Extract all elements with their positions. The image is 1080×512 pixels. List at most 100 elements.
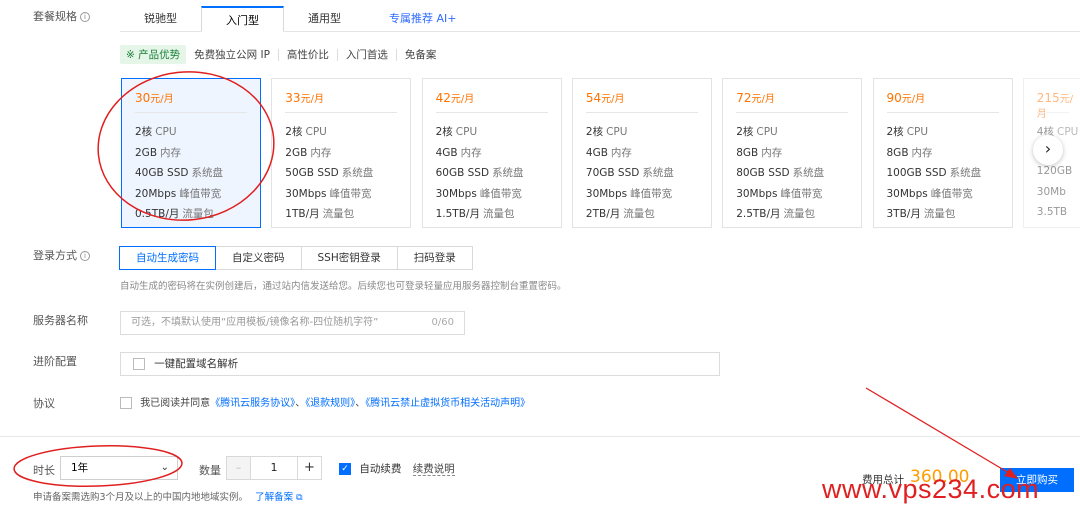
login-qr-code[interactable]: 扫码登录: [396, 246, 473, 270]
agreement-prefix: 我已阅读并同意: [140, 398, 211, 409]
watermark: www.vps234.com: [822, 474, 1040, 504]
plan-card[interactable]: 54元/月 2核 CPU 4GB 内存 70GB SSD 系统盘 30Mbps 峰值带宽 2TB/…: [571, 78, 712, 228]
plan-price-unit: 元/月: [901, 94, 926, 105]
plan-spec-value: 2GB: [285, 147, 308, 159]
tab-entry[interactable]: 入门型: [201, 6, 284, 32]
plan-spec-cpu: 2核 CPU: [887, 124, 929, 139]
login-auto-password[interactable]: 自动生成密码: [119, 246, 216, 270]
plan-price-value: 30: [135, 91, 151, 105]
tab-general[interactable]: 通用型: [284, 6, 365, 32]
plan-spec-value: 3TB/月: [886, 208, 921, 220]
plan-spec-unit: 系统盘: [642, 167, 674, 179]
annotation-arrow: [865, 387, 1015, 477]
card-divider: [1036, 112, 1069, 113]
plan-card[interactable]: 42元/月 2核 CPU 4GB 内存 60GB SSD 系统盘 30Mbps 峰值带宽 1.5T…: [421, 78, 562, 228]
plan-spec-value: 4GB: [585, 147, 608, 159]
agreement-checkbox[interactable]: [120, 397, 132, 409]
info-icon[interactable]: i: [80, 12, 90, 22]
plan-spec-value: 2.5TB/月: [736, 208, 781, 220]
bottom-divider: [0, 436, 1080, 437]
plan-spec-unit: 内存: [610, 147, 632, 159]
plan-spec-traffic: 3TB/月 流量包: [887, 206, 956, 221]
plan-spec-value: 3.5TB: [1036, 206, 1068, 218]
service-agreement-link[interactable]: 《腾讯云服务协议》: [210, 398, 295, 409]
plan-spec-unit: 系统盘: [949, 167, 982, 179]
plan-spec-unit: 峰值带宽: [930, 188, 973, 200]
plan-card[interactable]: 30元/月 2核 CPU 2GB 内存 40GB SSD 系统盘 20Mbps 峰值带宽 0.5T…: [121, 78, 261, 228]
quantity-stepper: – 1 +: [226, 456, 322, 480]
dns-checkbox[interactable]: [133, 358, 145, 370]
plan-price-unit: 元/月: [300, 94, 324, 105]
plan-tabs: 锐驰型 入门型 通用型 专属推荐 AI+: [120, 6, 1080, 32]
plan-spec-unit: 峰值带宽: [630, 188, 673, 200]
plan-spec-cpu: 2核 CPU: [285, 124, 327, 139]
tab-ruichi[interactable]: 锐驰型: [120, 6, 201, 32]
plan-spec-bw: 30Mbps 峰值带宽: [586, 186, 672, 201]
duration-label: 时长: [33, 464, 55, 477]
server-name-input[interactable]: 可选，不填默认使用“应用模板/镜像名称-四位随机字符” 0/60: [120, 311, 465, 335]
tab-ai-recommend[interactable]: 专属推荐 AI+: [365, 6, 480, 32]
plan-spec-unit: 峰值带宽: [479, 188, 522, 200]
card-divider: [435, 112, 548, 113]
advanced-config-box: 一键配置域名解析: [120, 352, 720, 376]
login-ssh-key[interactable]: SSH密钥登录: [300, 246, 398, 270]
refund-rules-link[interactable]: 《退款规则》: [305, 398, 355, 409]
plan-spec-bw: 20Mbps 峰值带宽: [135, 186, 221, 201]
auto-renew-checkbox[interactable]: ✓: [339, 463, 351, 475]
plan-spec-bw: 30Mb: [1037, 186, 1069, 198]
quantity-increase-button[interactable]: +: [297, 457, 321, 479]
login-custom-password[interactable]: 自定义密码: [215, 246, 302, 270]
agreement-label: 协议: [33, 397, 55, 410]
plan-spec-value: 30Mbps: [585, 188, 628, 200]
fee-description-link[interactable]: 续费说明: [412, 463, 455, 476]
plan-spec-disk: 60GB SSD 系统盘: [436, 165, 524, 180]
auto-renew-row: ✓ 自动续费 续费说明: [339, 461, 455, 476]
plan-card[interactable]: 33元/月 2核 CPU 2GB 内存 50GB SSD 系统盘 30Mbps 峰值带宽 1TB/…: [271, 78, 412, 228]
advantage-item: 入门首选: [336, 48, 396, 61]
advantage-badge: ※ 产品优势: [120, 45, 187, 64]
plan-spec-value: 2核: [585, 126, 604, 138]
agreement-row: 我已阅读并同意《腾讯云服务协议》、《退款规则》、《腾讯云禁止虚拟货币相关活动声明…: [120, 394, 530, 409]
plan-spec-value: 4GB: [435, 147, 458, 159]
plan-spec-disk: 120GB: [1037, 165, 1075, 177]
plan-spec-unit: CPU: [455, 126, 478, 138]
card-divider: [886, 112, 999, 113]
agreement-separator: 、: [355, 398, 366, 409]
duration-select[interactable]: 1年 ⌄: [60, 456, 178, 480]
info-icon[interactable]: i: [80, 251, 90, 261]
plan-spec-value: 100GB SSD: [886, 167, 947, 179]
plan-spec-traffic: 1TB/月 流量包: [285, 206, 354, 221]
crypto-statement-link[interactable]: 《腾讯云禁止虚拟货币相关活动声明》: [365, 398, 530, 409]
advanced-label: 进阶配置: [33, 355, 77, 368]
plan-price-unit: 元/月: [751, 94, 775, 105]
plan-spec-mem: 2GB 内存: [135, 145, 181, 160]
plan-price: 54元/月: [586, 90, 625, 105]
plan-price: 90元/月: [887, 90, 926, 105]
plan-card[interactable]: 72元/月 2核 CPU 8GB 内存 80GB SSD 系统盘 30Mbps 峰值带宽 2.5T…: [722, 78, 863, 228]
next-arrow-button[interactable]: ›: [1033, 135, 1063, 165]
plan-spec-value: 30Mbps: [886, 188, 928, 200]
plan-price-unit: 元/月: [601, 94, 625, 105]
plan-spec-value: 1TB/月: [285, 208, 320, 220]
quantity-value[interactable]: 1: [251, 457, 297, 479]
plan-spec-mem: 2GB 内存: [285, 145, 331, 160]
plan-spec-value: 30Mbps: [736, 188, 778, 200]
plan-card[interactable]: 90元/月 2核 CPU 8GB 内存 100GB SSD 系统盘 30Mbps 峰值带宽 3TB…: [872, 78, 1013, 228]
login-method-selector: 自动生成密码 自定义密码 SSH密钥登录 扫码登录: [119, 246, 473, 270]
plan-spec-unit: CPU: [906, 126, 929, 138]
plan-spec-mem: 8GB 内存: [887, 145, 933, 160]
plan-spec-value: 80GB SSD: [736, 167, 790, 179]
plan-spec-unit: CPU: [756, 126, 778, 138]
card-divider: [736, 112, 849, 113]
plan-spec-unit: CPU: [606, 126, 628, 138]
filing-learn-link[interactable]: 了解备案 ⧉: [255, 492, 302, 503]
plan-spec-value: 70GB SSD: [585, 167, 640, 179]
plan-spec-disk: 40GB SSD 系统盘: [135, 165, 223, 180]
plan-spec-unit: 系统盘: [191, 167, 223, 179]
chevron-right-icon: ›: [1044, 139, 1052, 158]
plan-spec-disk: 70GB SSD 系统盘: [586, 165, 674, 180]
agreement-separator: 、: [295, 398, 306, 409]
quantity-decrease-button[interactable]: –: [227, 457, 251, 479]
plan-spec-value: 50GB SSD: [285, 167, 339, 179]
plan-spec-disk: 80GB SSD 系统盘: [736, 165, 824, 180]
